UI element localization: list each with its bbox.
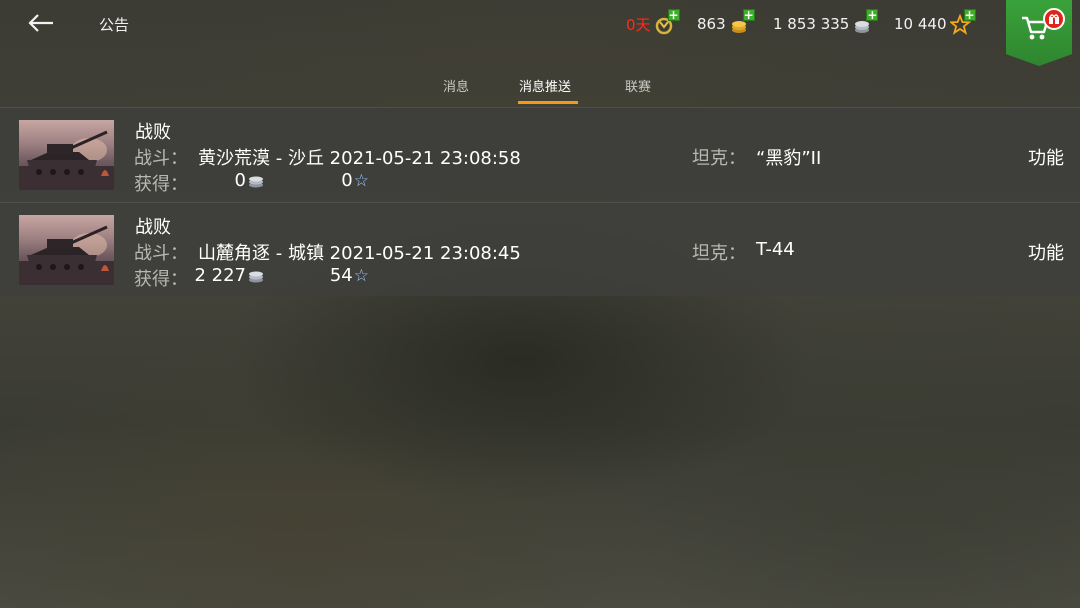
tank-battle-thumbnail	[19, 120, 114, 190]
star-icon: ☆	[353, 170, 369, 191]
premium-icon: +	[654, 9, 680, 35]
tank-name: T-44	[756, 239, 795, 260]
gold-counter[interactable]: 863 +	[697, 9, 755, 36]
list-item[interactable]: 战败 战斗： 黄沙荒漠 - 沙丘 2021-05-21 23:08:58 坦克：…	[0, 107, 1080, 201]
tank-label: 坦克：	[692, 148, 746, 169]
battle-label: 战斗：	[134, 148, 188, 169]
tank-battle-thumbnail	[19, 215, 114, 285]
silver-coins-icon: +	[852, 9, 879, 35]
add-credits-icon[interactable]: +	[866, 9, 879, 21]
list-item[interactable]: 战败 战斗： 山麓角逐 - 城镇 2021-05-21 23:08:45 坦克：…	[0, 202, 1080, 296]
function-button[interactable]: 功能	[1028, 239, 1064, 265]
reward-credits-value: 2 227	[194, 265, 246, 286]
silver-coins-icon	[249, 271, 263, 282]
gift-icon[interactable]	[1043, 8, 1065, 30]
reward-credits: 2 227	[180, 265, 265, 286]
message-list: 战败 战斗： 黄沙荒漠 - 沙丘 2021-05-21 23:08:58 坦克：…	[0, 107, 1080, 297]
star-icon: ☆	[353, 265, 369, 286]
battle-label: 战斗：	[134, 243, 188, 264]
reward-xp: 54 ☆	[280, 265, 369, 286]
top-bar: 公告 0天 + 863 + 1 853 335 + 10 440 +	[0, 0, 1080, 66]
arrow-left-icon	[28, 14, 53, 32]
add-premium-icon[interactable]: +	[667, 9, 680, 21]
tank-name: “黑豹”II	[756, 148, 822, 169]
credits-counter[interactable]: 1 853 335 +	[773, 9, 879, 36]
add-free-xp-icon[interactable]: +	[963, 9, 976, 21]
silver-coins-icon	[249, 176, 263, 187]
function-button[interactable]: 功能	[1028, 144, 1064, 170]
battle-info: 黄沙荒漠 - 沙丘 2021-05-21 23:08:58	[198, 148, 521, 169]
reward-credits: 0	[180, 170, 265, 191]
reward-xp-value: 0	[341, 170, 353, 191]
gold-coins-icon: +	[729, 9, 755, 35]
premium-days-counter[interactable]: 0天 +	[626, 9, 680, 36]
active-tab-indicator	[518, 101, 578, 104]
battle-info: 山麓角逐 - 城镇 2021-05-21 23:08:45	[198, 243, 521, 264]
reward-xp-value: 54	[329, 265, 353, 286]
tab-bar: 消息 消息推送 联赛	[0, 70, 1080, 106]
page-title: 公告	[99, 16, 130, 34]
credits-value: 1 853 335	[773, 15, 850, 33]
premium-days-value: 0天	[626, 15, 651, 34]
back-button[interactable]	[26, 8, 58, 38]
battle-result: 战败	[135, 122, 171, 143]
add-gold-icon[interactable]: +	[742, 9, 755, 21]
tank-label: 坦克：	[692, 243, 746, 264]
reward-xp: 0 ☆	[280, 170, 369, 191]
tab-message-push[interactable]: 消息推送	[519, 76, 571, 95]
battle-result: 战败	[135, 217, 171, 238]
gold-value: 863	[697, 15, 726, 33]
free-xp-value: 10 440	[894, 15, 947, 33]
star-icon: +	[948, 9, 976, 35]
tab-league[interactable]: 联赛	[625, 76, 651, 95]
tab-messages[interactable]: 消息	[443, 76, 469, 95]
free-xp-counter[interactable]: 10 440 +	[894, 9, 976, 36]
reward-credits-value: 0	[234, 170, 246, 191]
